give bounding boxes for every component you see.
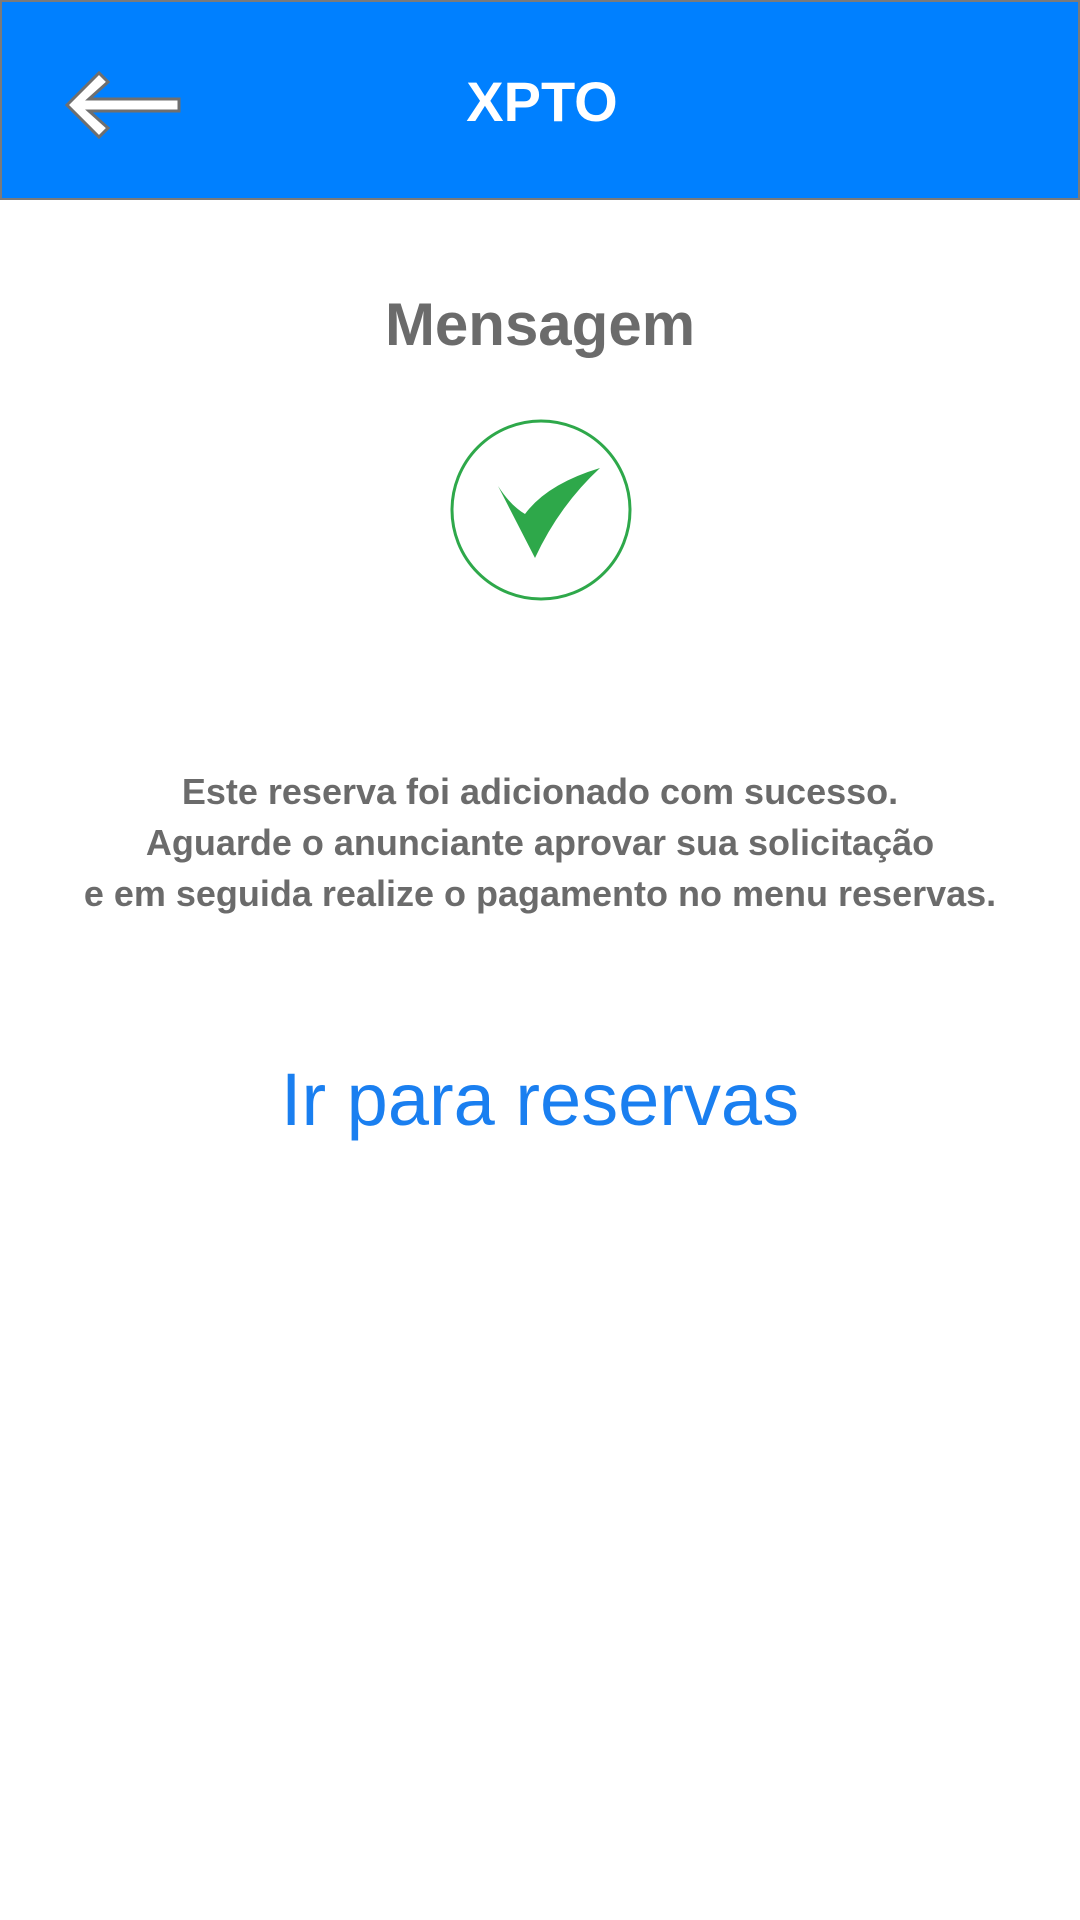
go-to-reservations-link[interactable]: Ir para reservas xyxy=(240,1050,840,1150)
page-title: Mensagem xyxy=(384,291,696,358)
back-button[interactable] xyxy=(57,62,187,152)
app-header: XPTO xyxy=(0,0,1080,200)
message-line: Este reserva foi adicionado com sucesso. xyxy=(181,771,899,812)
checkmark-circle-icon xyxy=(449,418,633,602)
success-message: Este reserva foi adicionado com sucesso.… xyxy=(20,766,1060,919)
message-line: e em seguida realize o pagamento no menu… xyxy=(83,873,997,914)
message-line: Aguarde o anunciante aprovar sua solicit… xyxy=(145,822,935,863)
app-screen: XPTO Mensagem Este reserva foi adicionad… xyxy=(0,0,1080,1920)
arrow-left-icon xyxy=(64,70,181,140)
